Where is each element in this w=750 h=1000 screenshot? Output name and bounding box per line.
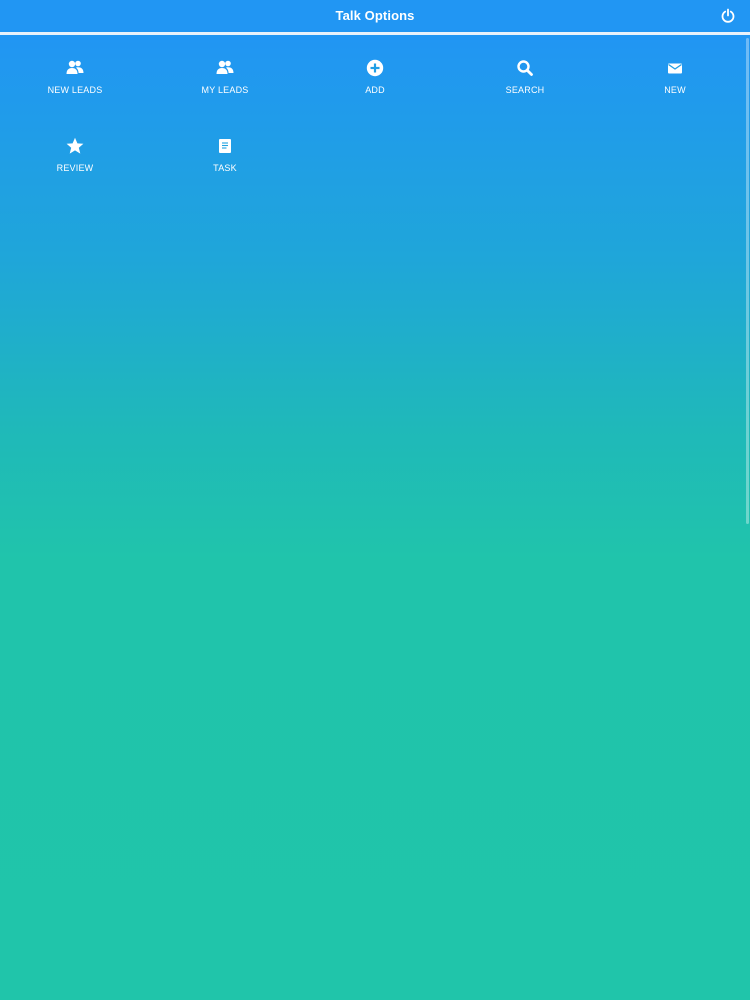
users-icon: [216, 60, 234, 74]
search-button[interactable]: SEARCH: [450, 58, 600, 118]
task-label: TASK: [213, 163, 237, 173]
search-label: SEARCH: [505, 85, 545, 95]
power-icon[interactable]: [720, 8, 736, 24]
new-leads-button[interactable]: NEW LEADS: [0, 58, 150, 118]
my-leads-label: MY LEADS: [201, 85, 249, 95]
my-leads-button[interactable]: MY LEADS: [150, 58, 300, 118]
scrollbar[interactable]: [746, 38, 749, 524]
users-icon: [66, 60, 84, 74]
top-bar: Talk Options: [0, 0, 750, 35]
envelope-icon: [668, 63, 682, 74]
new-label: NEW: [664, 85, 686, 95]
new-leads-label: NEW LEADS: [47, 85, 103, 95]
task-button[interactable]: TASK: [150, 136, 300, 196]
search-icon: [517, 60, 533, 76]
review-label: REVIEW: [56, 163, 94, 173]
new-message-button[interactable]: NEW: [600, 58, 750, 118]
plus-circle-icon: [366, 59, 384, 77]
page-title: Talk Options: [335, 8, 415, 23]
star-icon: [66, 137, 84, 154]
review-button[interactable]: REVIEW: [0, 136, 150, 196]
add-label: ADD: [365, 85, 385, 95]
book-icon: [219, 139, 231, 153]
add-button[interactable]: ADD: [300, 58, 450, 118]
